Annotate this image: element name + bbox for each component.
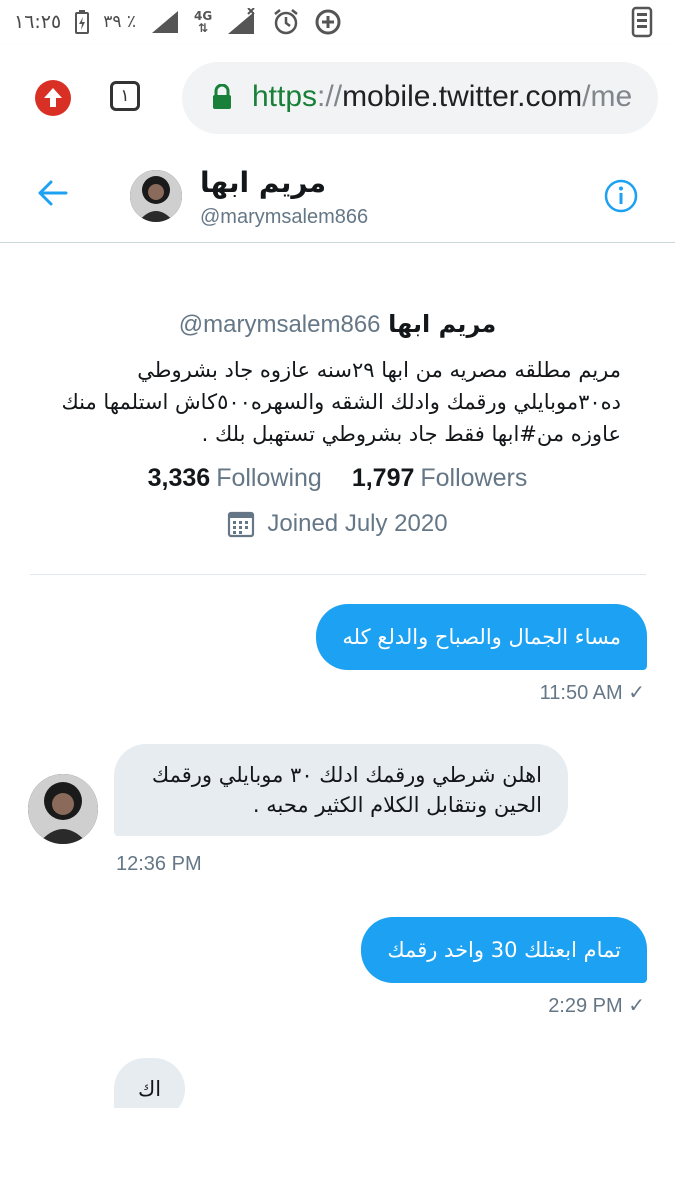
profile-bio: مريم مطلقه مصريه من ابها ٢٩سنه عازوه جاد… (61, 358, 621, 446)
battery-charging-icon (75, 10, 90, 34)
tab-switcher-button[interactable]: ١ (110, 81, 140, 111)
followers-label: Followers (420, 464, 528, 492)
sent-check-icon: ✓ (628, 995, 645, 1017)
message-timestamp: 12:36 PM (116, 853, 202, 875)
profile-handle: @marymsalem866 (178, 311, 381, 338)
url-separator: :// (317, 80, 343, 113)
address-bar[interactable]: https://mobile.twitter.com/me (182, 62, 658, 134)
lock-icon (212, 84, 232, 110)
browser-toolbar: ١ https://mobile.twitter.com/me (0, 44, 675, 152)
data-saver-icon (314, 8, 342, 36)
message-timestamp: 2:29 PM ✓ (548, 995, 645, 1017)
following-label: Following (216, 464, 322, 492)
signal-icon (150, 9, 180, 35)
status-bar: ١٦:٢٥ ٣٩ ٪ 4G ⇅ (0, 0, 675, 44)
arrow-up-icon (44, 88, 62, 107)
alarm-icon (272, 8, 300, 36)
sent-check-icon: ✓ (628, 682, 645, 704)
phone-icon (631, 6, 653, 38)
tab-count: ١ (120, 86, 130, 106)
avatar[interactable] (130, 170, 182, 222)
url-host: mobile.twitter.com (342, 80, 583, 113)
conversation-name: مريم ابها (200, 166, 327, 199)
joined-date: Joined July 2020 (0, 510, 675, 538)
profile-name: مريم ابها (388, 310, 497, 338)
back-arrow-icon[interactable] (36, 178, 70, 208)
conversation-header: مريم ابها @marymsalem866 (0, 152, 675, 243)
message-bubble-sent[interactable]: مساء الجمال والصباح والدلع كله (316, 604, 647, 670)
followers-link[interactable]: 1,797 Followers (352, 464, 528, 492)
battery-percent: ٣٩ ٪ (103, 12, 137, 32)
update-button[interactable] (35, 80, 71, 116)
url-scheme: https (252, 80, 318, 113)
url-text: https://mobile.twitter.com/me (252, 80, 632, 114)
calendar-icon (227, 510, 255, 538)
data-arrows-icon: 4G ⇅ (194, 9, 213, 35)
message-bubble-received[interactable]: اهلن شرطي ورقمك ادلك ٣٠ موبايلي ورقمك ال… (114, 744, 568, 836)
avatar[interactable] (28, 774, 98, 844)
info-icon[interactable] (603, 178, 639, 214)
following-link[interactable]: 3,336 Following (148, 464, 322, 492)
message-bubble-received[interactable]: اك (114, 1058, 186, 1108)
signal-no-service-icon (226, 8, 258, 36)
followers-count: 1,797 (351, 464, 415, 492)
profile-nameline[interactable]: @marymsalem866 مريم ابها (0, 310, 675, 339)
message-bubble-sent[interactable]: تمام ابعتلك 30 واخد رقمك (361, 917, 647, 983)
message-clip: اك (114, 1058, 194, 1108)
message-timestamp: 11:50 AM ✓ (539, 682, 645, 704)
conversation-handle: @marymsalem866 (200, 206, 369, 228)
divider (30, 574, 646, 575)
profile-stats: 3,336 Following 1,797 Followers (0, 464, 675, 493)
following-count: 3,336 (147, 464, 211, 492)
url-path: /me (582, 80, 633, 113)
status-time: ١٦:٢٥ (14, 11, 62, 33)
joined-text: Joined July 2020 (267, 510, 448, 537)
